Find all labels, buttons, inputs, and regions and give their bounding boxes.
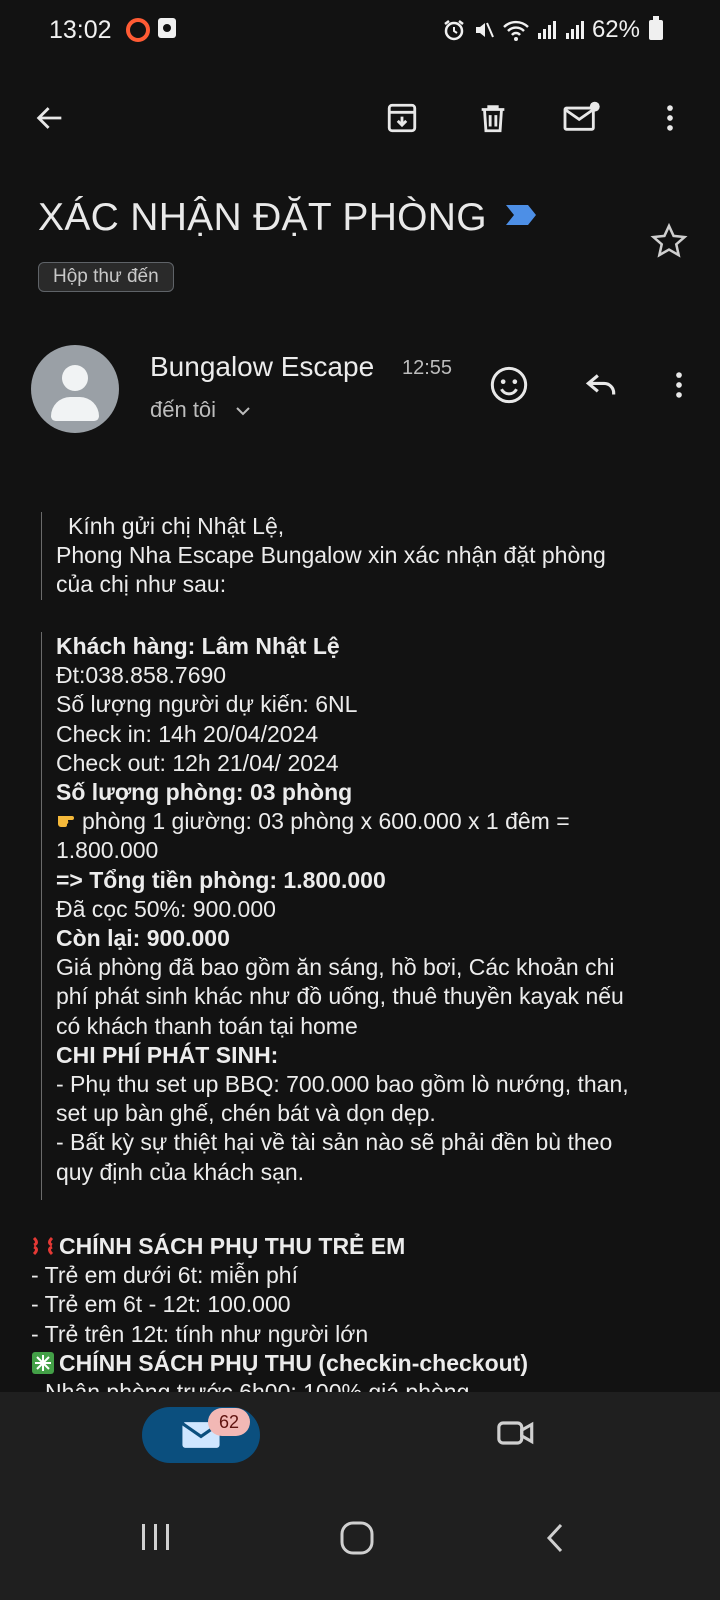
wifi-icon — [503, 20, 529, 41]
room-line: 1.800.000 — [56, 837, 159, 864]
back-button[interactable] — [18, 80, 82, 156]
child-policy-line: - Trẻ em 6t - 12t: 100.000 — [31, 1291, 291, 1318]
extra-costs-heading: CHI PHÍ PHÁT SINH: — [56, 1041, 279, 1068]
smiley-icon — [490, 366, 528, 404]
archive-icon — [387, 103, 417, 133]
sender-name[interactable]: Bungalow Escape — [150, 351, 374, 383]
record-icon — [126, 18, 150, 42]
greeting-line: của chị như sau: — [56, 571, 227, 598]
back-chevron-icon — [546, 1523, 563, 1553]
screenshot-icon — [158, 18, 176, 38]
star-button[interactable] — [650, 222, 688, 265]
back-arrow-icon — [36, 107, 62, 129]
sparkle-icon — [31, 1351, 55, 1374]
email-toolbar — [0, 80, 720, 156]
email-body-policies: CHÍNH SÁCH PHỤ THU TRẺ EM - Trẻ em dưới … — [31, 1232, 691, 1407]
battery-percent: 62% — [591, 16, 640, 43]
price-note: Giá phòng đã bao gồm ăn sáng, hồ bơi, Cá… — [56, 954, 615, 981]
system-navigation — [0, 1492, 720, 1600]
more-options-button[interactable] — [638, 80, 702, 156]
child-policy-line: - Trẻ trên 12t: tính như người lớn — [31, 1320, 369, 1347]
mark-unread-button[interactable] — [550, 80, 614, 156]
email-subject: XÁC NHẬN ĐẶT PHÒNG — [38, 196, 538, 240]
emoji-reaction-button[interactable] — [487, 363, 531, 407]
more-vert-icon — [667, 105, 673, 131]
chevron-down-icon — [236, 407, 250, 416]
extra-cost-line: set up bàn ghế, chén bát và dọn dẹp. — [56, 1100, 436, 1127]
total-price: => Tổng tiền phòng: 1.800.000 — [56, 866, 386, 893]
surcharge-policy-heading: CHÍNH SÁCH PHỤ THU (checkin-checkout) — [59, 1349, 528, 1376]
extra-cost-line: - Phụ thu set up BBQ: 700.000 bao gồm lò… — [56, 1071, 629, 1098]
deposit: Đã cọc 50%: 900.000 — [56, 895, 276, 922]
status-icons: 62% — [442, 16, 640, 44]
star-icon — [650, 222, 688, 258]
email-body-greeting: Kính gửi chị Nhật Lệ, Phong Nha Escape B… — [41, 512, 696, 600]
guest-count: Số lượng người dự kiến: 6NL — [56, 691, 358, 718]
recents-icon — [142, 1524, 169, 1550]
archive-button[interactable] — [370, 80, 434, 156]
avatar[interactable] — [31, 345, 119, 433]
extra-cost-line: - Bất kỳ sự thiệt hại về tài sản nào sẽ … — [56, 1129, 613, 1156]
video-camera-icon — [497, 1421, 534, 1445]
room-count: Số lượng phòng: 03 phòng — [56, 779, 353, 806]
remaining-amount: Còn lại: 900.000 — [56, 925, 230, 952]
delete-button[interactable] — [461, 80, 525, 156]
email-time: 12:55 — [402, 357, 453, 379]
greeting-line: Kính gửi chị Nhật Lệ, — [68, 513, 285, 539]
checkout-info: Check out: 12h 21/04/ 2024 — [56, 749, 339, 776]
checkin-info: Check in: 14h 20/04/2024 — [56, 720, 319, 747]
message-more-button[interactable] — [657, 363, 701, 407]
status-bar: 13:02 62% — [0, 0, 720, 60]
system-back-button[interactable] — [543, 1520, 569, 1561]
home-icon — [340, 1521, 374, 1555]
mark-unread-icon — [563, 101, 600, 131]
price-note: phí phát sinh khác như đồ uống, thuê thu… — [56, 983, 624, 1010]
battery-icon — [649, 16, 663, 40]
reply-button[interactable] — [579, 363, 623, 407]
email-body-details: Khách hàng: Lâm Nhật Lệ Đt:038.858.7690 … — [41, 632, 696, 1200]
child-policy-line: - Trẻ em dưới 6t: miễn phí — [31, 1262, 298, 1289]
inbox-label-chip[interactable]: Hộp thư đến — [38, 262, 174, 292]
trash-icon — [481, 105, 505, 133]
customer-name: Khách hàng: Lâm Nhật Lệ — [56, 633, 340, 659]
subject-text: XÁC NHẬN ĐẶT PHÒNG — [38, 196, 487, 239]
importance-marker-icon[interactable] — [504, 202, 538, 228]
signal-icon-2 — [565, 21, 584, 39]
bottom-nav: 62 — [0, 1392, 720, 1492]
price-note: có khách thanh toán tại home — [56, 1012, 358, 1039]
phone-number[interactable]: Đt:038.858.7690 — [56, 661, 696, 690]
recipient-label: đến tôi — [150, 397, 217, 422]
status-time: 13:02 — [49, 16, 112, 44]
mute-icon — [475, 22, 494, 38]
room-line: phòng 1 giường: 03 phòng x 600.000 x 1 đ… — [82, 808, 570, 835]
unread-count-badge: 62 — [208, 1408, 250, 1436]
home-button[interactable] — [338, 1520, 378, 1561]
recent-apps-button[interactable] — [138, 1520, 174, 1559]
more-vert-icon — [676, 372, 682, 398]
alarm-icon — [444, 20, 464, 41]
recipient-details[interactable]: đến tôi — [150, 397, 252, 423]
sender-row: Bungalow Escape 12:55 đến tôi — [0, 345, 720, 445]
anger-symbol-icon — [31, 1235, 55, 1257]
extra-cost-line: quy định của khách sạn. — [56, 1158, 305, 1185]
signal-icon — [537, 21, 556, 39]
meet-tab[interactable] — [496, 1417, 536, 1454]
pointing-hand-icon — [56, 807, 82, 836]
reply-icon — [585, 374, 616, 395]
child-policy-heading: CHÍNH SÁCH PHỤ THU TRẺ EM — [59, 1233, 406, 1259]
greeting-line: Phong Nha Escape Bungalow xin xác nhận đ… — [56, 542, 606, 569]
